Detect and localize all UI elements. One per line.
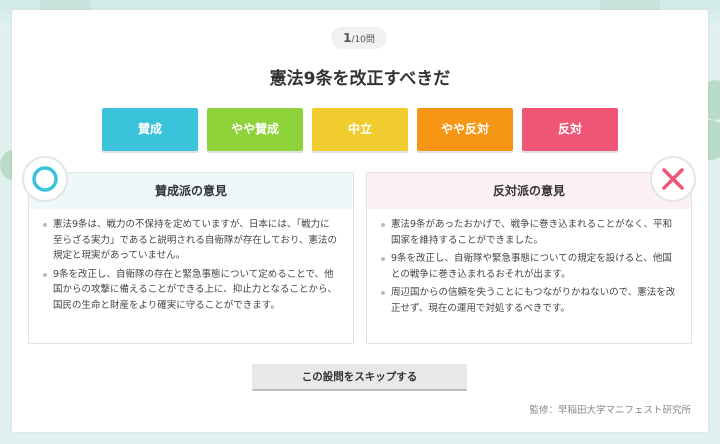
opinion-point: 9条を改正し、自衛隊の存在と緊急事態について定めることで、他国からの攻撃に備える… (43, 267, 339, 314)
con-points-list: 憲法9条があったおかげで、戦争に巻き込まれることがなく、平和国家を維持することが… (367, 209, 691, 316)
answer-agree-button[interactable]: 賛成 (102, 108, 198, 151)
pro-panel-title: 賛成派の意見 (154, 184, 227, 198)
skip-question-button[interactable]: この設問をスキップする (252, 364, 467, 391)
question-counter: 1/10問 (331, 27, 387, 49)
opinion-point: 周辺国からの信頼を失うことにもつながりかねないので、憲法を改正せず、現在の運用で… (381, 285, 677, 316)
con-panel-header: 反対派の意見 (367, 173, 691, 209)
opinion-point: 憲法9条があったおかげで、戦争に巻き込まれることがなく、平和国家を維持することが… (381, 217, 677, 248)
pro-panel-header: 賛成派の意見 (29, 173, 353, 209)
supervision-credit: 監修：早稲田大学マニフェスト研究所 (529, 405, 691, 416)
pro-points-list: 憲法9条は、戦力の不保持を定めていますが、日本には、「戦力に至らざる実力」である… (29, 209, 353, 313)
pro-opinion-panel: 賛成派の意見 憲法9条は、戦力の不保持を定めていますが、日本には、「戦力に至らざ… (28, 172, 354, 344)
answer-somewhat-agree-button[interactable]: やや賛成 (207, 108, 303, 151)
answer-neutral-button[interactable]: 中立 (312, 108, 408, 151)
question-title: 憲法9条を改正すべきだ (269, 69, 451, 89)
answer-somewhat-disagree-button[interactable]: やや反対 (417, 108, 513, 151)
cross-icon (650, 156, 696, 202)
con-panel-title: 反対派の意見 (492, 184, 565, 198)
answer-buttons: 賛成 やや賛成 中立 やや反対 反対 (102, 108, 618, 151)
opinion-point: 9条を改正し、自衛隊や緊急事態についての規定を設けると、他国との戦争に巻き込まれ… (381, 251, 677, 282)
answer-disagree-button[interactable]: 反対 (522, 108, 618, 151)
opinion-point: 憲法9条は、戦力の不保持を定めていますが、日本には、「戦力に至らざる実力」である… (43, 217, 339, 264)
circle-icon (22, 156, 68, 202)
counter-total: /10問 (351, 35, 375, 45)
con-opinion-panel: 反対派の意見 憲法9条があったおかげで、戦争に巻き込まれることがなく、平和国家を… (366, 172, 692, 344)
